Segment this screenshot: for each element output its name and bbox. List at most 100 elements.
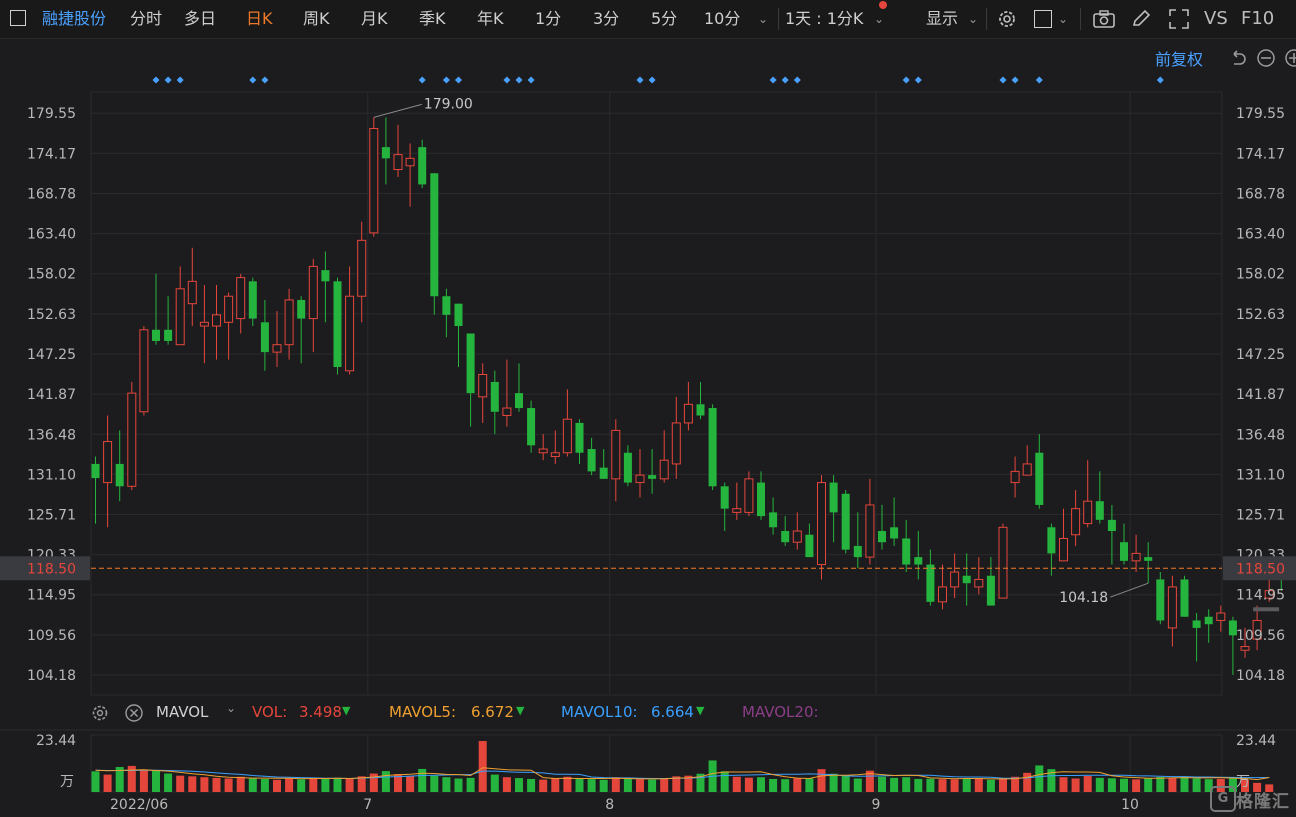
position-cost-marker: [1253, 607, 1280, 612]
tab-10min[interactable]: 10分: [704, 0, 740, 38]
layout-chevron-icon[interactable]: ⌄: [1058, 0, 1068, 38]
event-marker-icon: [442, 76, 450, 84]
tab-5min[interactable]: 5分: [651, 0, 677, 38]
candle-body-down: [587, 449, 596, 472]
volume-bar: [914, 778, 923, 792]
high-label: 179.00: [424, 96, 473, 112]
candle-body-down: [648, 475, 657, 479]
indicator-settings-icon[interactable]: [90, 703, 110, 723]
watermark-text: 格隆汇: [1236, 792, 1290, 812]
candle-body-up: [127, 392, 137, 487]
candle-body-up: [683, 403, 693, 424]
settings-gear-icon[interactable]: [996, 8, 1018, 30]
volume-bar: [152, 770, 160, 792]
indicator-select[interactable]: MAVOL: [156, 703, 208, 721]
candle-body-down: [1035, 452, 1044, 505]
y-tick-right: 114.95: [1236, 588, 1285, 604]
more-tabs-chevron-icon[interactable]: ⌄: [758, 0, 768, 38]
y-tick-left: 174.17: [27, 146, 76, 162]
y-tick-right: 104.18: [1236, 668, 1285, 684]
tab-1min[interactable]: 1分: [535, 0, 561, 38]
fullscreen-icon[interactable]: [1168, 8, 1190, 30]
indicator-close-icon[interactable]: [124, 703, 144, 723]
tab-quarterly-k[interactable]: 季K: [419, 0, 446, 38]
tab-weekly-k[interactable]: 周K: [303, 0, 330, 38]
volume-bar: [200, 777, 209, 792]
volume-bar: [986, 779, 995, 792]
volume-bar: [999, 778, 1007, 792]
tab-3min[interactable]: 3分: [593, 0, 619, 38]
y-tick-left: 158.02: [27, 267, 76, 283]
candle-body-down: [841, 493, 850, 550]
candle-body-down: [769, 512, 778, 528]
x-axis-labels: 2022/06 7 8 9 10: [110, 797, 1139, 813]
candle-body-down: [515, 393, 523, 409]
stock-name[interactable]: 融捷股份: [42, 0, 106, 38]
y-tick-right: 163.40: [1236, 227, 1285, 243]
candle-body-down: [878, 531, 886, 543]
candle-body-down: [321, 270, 330, 282]
tab-daily-k[interactable]: 日K: [246, 0, 273, 38]
candle-body-up: [792, 530, 802, 543]
volume-bar: [176, 775, 185, 792]
candle-body-down: [418, 147, 427, 185]
volume-bar: [611, 777, 620, 792]
y-tick-right: 152.63: [1236, 307, 1285, 323]
candle-body-down: [260, 322, 269, 353]
event-marker-icon: [1156, 76, 1164, 84]
display-menu[interactable]: 显示: [926, 0, 958, 38]
candle-body-up: [1010, 470, 1020, 484]
candle-body-up: [998, 526, 1008, 599]
candle-body-down: [599, 467, 608, 479]
tab-multi-day[interactable]: 多日: [184, 0, 216, 38]
layout-square-icon[interactable]: [1034, 10, 1052, 28]
candle-body-down: [986, 575, 995, 606]
candle-body-down: [853, 545, 862, 558]
volume-bar: [248, 777, 257, 792]
volume-bar: [527, 778, 536, 792]
f10-button[interactable]: F10: [1241, 0, 1274, 38]
volume-bar: [841, 775, 850, 792]
sidebar-toggle-icon[interactable]: [10, 10, 26, 26]
y-tick-right: 125.71: [1236, 508, 1285, 524]
mavol5-line: [95, 767, 1270, 781]
y-tick-left: 131.10: [27, 467, 76, 483]
candle-body-up: [224, 295, 234, 323]
event-marker-icon: [152, 76, 160, 84]
candle-body-down: [1156, 579, 1165, 621]
camera-icon[interactable]: [1092, 9, 1116, 29]
tab-intraday[interactable]: 分时: [130, 0, 162, 38]
volume-bar: [551, 778, 560, 792]
x-axis-label: 9: [871, 797, 880, 813]
y-tick-right: 174.17: [1236, 146, 1285, 162]
tab-yearly-k[interactable]: 年K: [477, 0, 504, 38]
candle-body-down: [1047, 527, 1056, 554]
mavol5-down-arrow-icon: ▼: [516, 704, 525, 717]
volume-bar: [1095, 777, 1104, 792]
tab-monthly-k[interactable]: 月K: [361, 0, 388, 38]
indicator-chevron-icon[interactable]: ⌄: [226, 701, 236, 715]
price-chart[interactable]: 179.55 179.55 174.17 174.17 168.78 168.78 163.…: [0, 38, 1296, 817]
volume-bar: [853, 778, 862, 792]
volume-bar: [636, 779, 644, 792]
volume-bar: [878, 776, 886, 792]
volume-bar: [974, 778, 983, 792]
mavol10-down-arrow-icon: ▼: [696, 704, 705, 717]
y-tick-right: 179.55: [1236, 106, 1285, 122]
candle-body-up: [550, 452, 560, 457]
candle-body-up: [732, 508, 742, 513]
volume-bar: [418, 768, 427, 792]
candle-body-up: [1083, 500, 1093, 525]
toolbar: 融捷股份 分时 多日 日K 周K 月K 季K 年K 1分 3分 5分 10分 ⌄…: [0, 0, 1296, 39]
draw-pencil-icon[interactable]: [1130, 9, 1152, 29]
y-tick-left: 152.63: [27, 307, 76, 323]
interval-select[interactable]: 1天 : 1分K: [785, 0, 863, 38]
candle-body-down: [454, 303, 463, 327]
volume-bar: [454, 778, 463, 792]
display-chevron-icon[interactable]: ⌄: [968, 0, 978, 38]
volume-bar: [575, 778, 584, 792]
vs-button[interactable]: VS: [1204, 0, 1228, 38]
volume-bar: [890, 777, 899, 792]
y-tick-right: 158.02: [1236, 267, 1285, 283]
x-axis-label: 10: [1121, 797, 1139, 813]
